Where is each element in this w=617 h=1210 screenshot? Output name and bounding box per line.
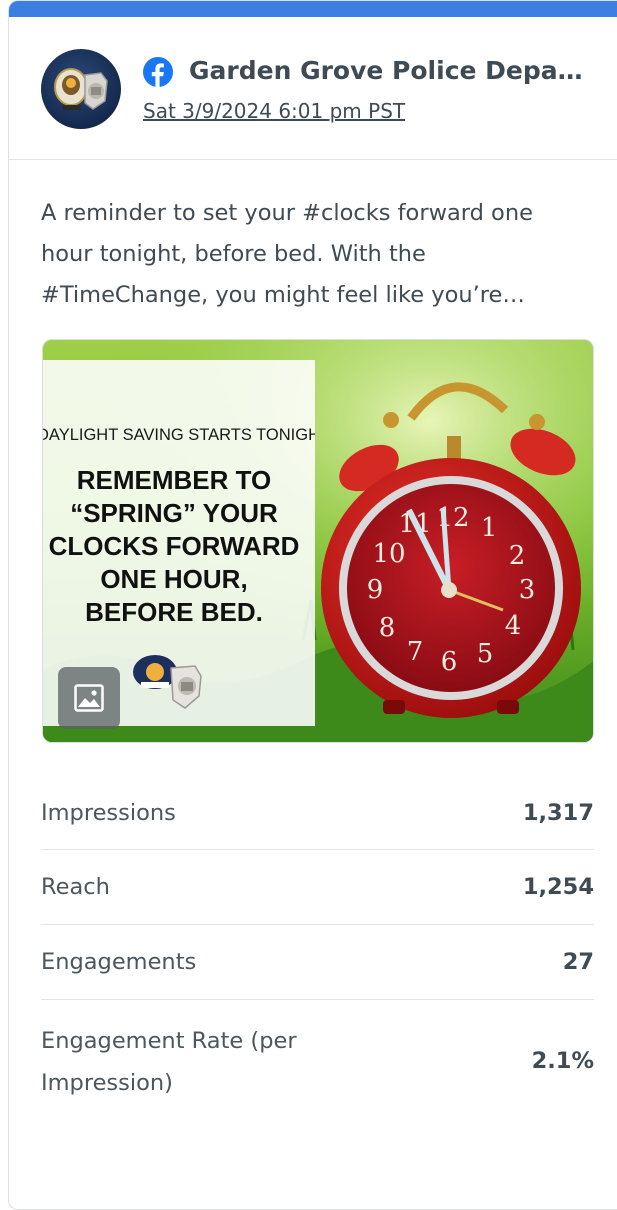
media-type-button[interactable] — [58, 667, 120, 729]
metric-row-engagement-rate: Engagement Rate (per Impression) 2.1% — [41, 1000, 594, 1110]
post-image[interactable]: 12 1 2 3 4 5 6 7 8 9 10 11 DAYLI — [42, 339, 594, 743]
post-card: Garden Grove Police Depa… Sat 3/9/2024 6… — [8, 0, 617, 1210]
police-badges-logo — [133, 655, 202, 709]
post-date-link[interactable]: Sat 3/9/2024 6:01 pm PST — [143, 97, 405, 125]
post-header: Garden Grove Police Depa… Sat 3/9/2024 6… — [9, 17, 617, 160]
metric-row-impressions: Impressions 1,317 — [41, 776, 594, 850]
metric-label: Impressions — [41, 800, 176, 826]
overlay-subtitle: DAYLIGHT SAVING STARTS TONIGHT — [43, 426, 315, 444]
metric-row-engagements: Engagements 27 — [41, 925, 594, 1000]
police-badge-logo — [54, 68, 108, 110]
svg-text:3: 3 — [519, 575, 536, 605]
svg-text:7: 7 — [407, 637, 424, 667]
overlay-headline: REMEMBER TO “SPRING” YOUR CLOCKS FORWARD… — [48, 465, 300, 627]
svg-text:1: 1 — [481, 513, 498, 543]
post-text: A reminder to set your #clocks forward o… — [41, 200, 533, 308]
metric-row-reach: Reach 1,254 — [41, 850, 594, 925]
metric-value: 1,317 — [522, 800, 594, 826]
metric-label: Engagements — [41, 949, 197, 975]
metric-label: Reach — [41, 874, 110, 900]
svg-text:10: 10 — [372, 539, 405, 569]
metrics-table: Impressions 1,317 Reach 1,254 Engagement… — [41, 776, 594, 1110]
metric-value: 2.1% — [531, 1048, 594, 1074]
svg-text:4: 4 — [505, 611, 522, 641]
svg-text:8: 8 — [379, 613, 396, 643]
card-accent-bar — [9, 1, 617, 17]
image-icon — [74, 684, 104, 712]
metric-value: 1,254 — [522, 874, 594, 900]
svg-text:9: 9 — [367, 575, 384, 605]
metric-label: Engagement Rate (per Impression) — [41, 1028, 297, 1096]
svg-text:2: 2 — [509, 541, 526, 571]
facebook-icon — [143, 57, 173, 87]
page-name[interactable]: Garden Grove Police Depa… — [189, 53, 609, 89]
page-avatar[interactable] — [41, 49, 121, 129]
svg-text:5: 5 — [477, 639, 494, 669]
metric-value: 27 — [562, 949, 594, 975]
svg-text:6: 6 — [441, 647, 458, 677]
